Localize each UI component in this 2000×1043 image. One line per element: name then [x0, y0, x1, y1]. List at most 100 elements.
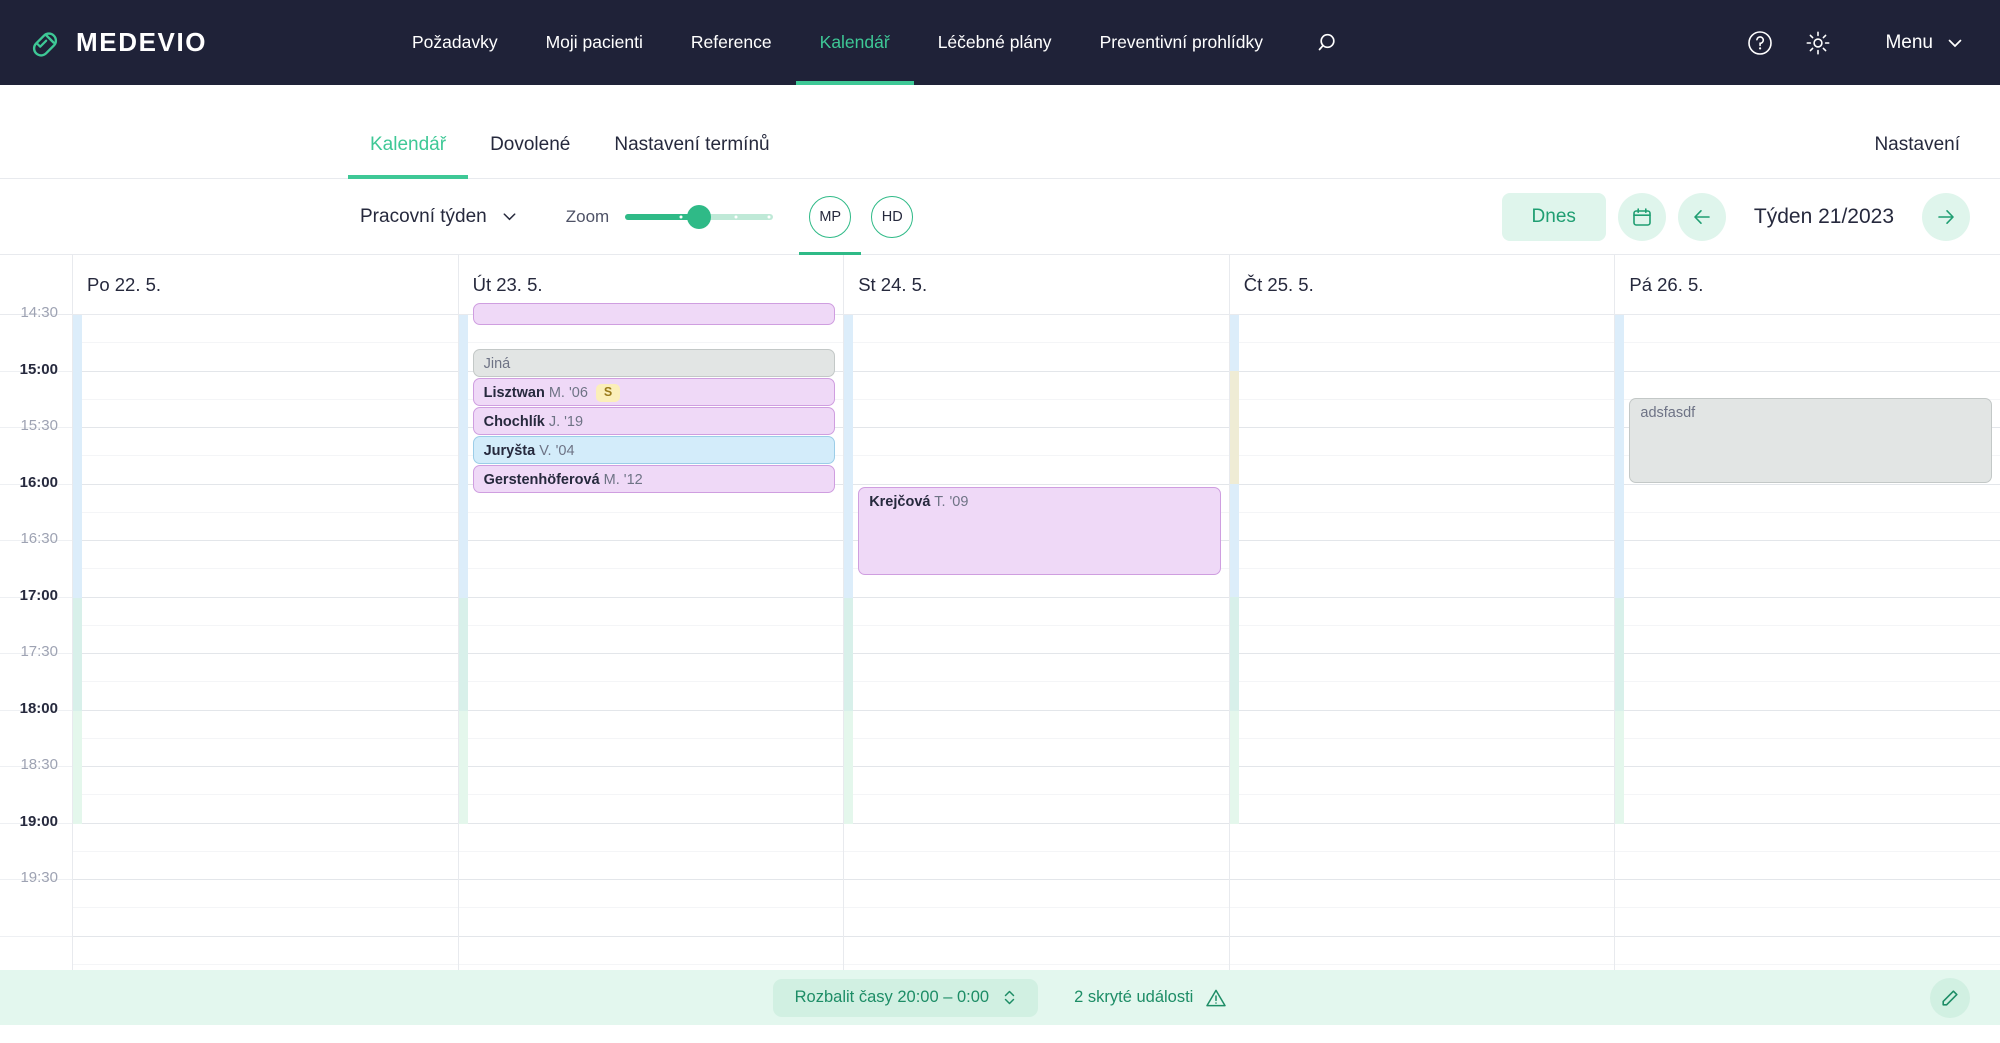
time-slot[interactable]	[1230, 852, 1615, 880]
expand-times-button[interactable]: Rozbalit časy 20:00 – 0:00	[773, 979, 1038, 1017]
time-slot[interactable]	[844, 682, 1229, 710]
time-slot[interactable]	[73, 372, 458, 400]
calendar-event[interactable]: adsfasdf	[1629, 398, 1992, 483]
time-slot[interactable]	[459, 626, 844, 654]
time-slot[interactable]	[1615, 626, 2000, 654]
time-slot[interactable]	[1615, 541, 2000, 569]
time-slot[interactable]	[1615, 824, 2000, 852]
time-slot[interactable]	[1230, 400, 1615, 428]
time-slot[interactable]	[459, 795, 844, 823]
time-slot[interactable]	[73, 795, 458, 823]
menu-button[interactable]: Menu	[1885, 32, 1964, 54]
time-slot[interactable]	[844, 767, 1229, 795]
time-slot[interactable]	[844, 852, 1229, 880]
day-column-st[interactable]: Krejčová T. '09	[843, 315, 1229, 1025]
settings-link[interactable]: Nastavení	[1874, 134, 2000, 178]
time-slot[interactable]	[844, 428, 1229, 456]
gear-icon[interactable]	[1803, 28, 1833, 58]
time-slot[interactable]	[73, 569, 458, 597]
time-slot[interactable]	[73, 852, 458, 880]
time-slot[interactable]	[844, 937, 1229, 965]
time-slot[interactable]	[73, 315, 458, 343]
time-slot[interactable]	[1615, 343, 2000, 371]
time-slot[interactable]	[1230, 739, 1615, 767]
time-slot[interactable]	[459, 569, 844, 597]
time-slot[interactable]	[459, 513, 844, 541]
time-slot[interactable]	[459, 682, 844, 710]
calendar-event[interactable]	[473, 303, 836, 325]
time-slot[interactable]	[1615, 937, 2000, 965]
time-slot[interactable]	[459, 711, 844, 739]
time-slot[interactable]	[844, 908, 1229, 936]
zoom-slider-knob[interactable]	[687, 205, 711, 229]
nav-item-kalendar[interactable]: Kalendář	[796, 0, 914, 85]
time-slot[interactable]	[844, 880, 1229, 908]
time-slot[interactable]	[459, 739, 844, 767]
time-slot[interactable]	[73, 598, 458, 626]
time-slot[interactable]	[73, 682, 458, 710]
tab-kalendar[interactable]: Kalendář	[348, 134, 468, 178]
prev-week-button[interactable]	[1678, 193, 1726, 241]
time-slot[interactable]	[1615, 654, 2000, 682]
tab-dovolene[interactable]: Dovolené	[468, 134, 592, 178]
hidden-events-indicator[interactable]: 2 skryté události	[1074, 987, 1227, 1009]
calendar-event[interactable]: Krejčová T. '09	[858, 487, 1221, 575]
time-slot[interactable]	[1615, 711, 2000, 739]
nav-item-lecebne-plany[interactable]: Léčebné plány	[914, 0, 1076, 85]
time-slot[interactable]	[1230, 541, 1615, 569]
time-slot[interactable]	[1615, 880, 2000, 908]
tab-nastaveni-terminu[interactable]: Nastavení termínů	[592, 134, 791, 178]
time-slot[interactable]	[73, 937, 458, 965]
time-slot[interactable]	[1615, 767, 2000, 795]
time-slot[interactable]	[73, 541, 458, 569]
time-slot[interactable]	[1230, 485, 1615, 513]
time-slot[interactable]	[459, 908, 844, 936]
today-button[interactable]: Dnes	[1502, 193, 1606, 241]
time-slot[interactable]	[73, 880, 458, 908]
time-slot[interactable]	[1615, 795, 2000, 823]
time-slot[interactable]	[1230, 908, 1615, 936]
day-header-po[interactable]: Po 22. 5.	[72, 255, 458, 314]
time-slot[interactable]	[1230, 372, 1615, 400]
time-slot[interactable]	[73, 428, 458, 456]
time-slot[interactable]	[844, 711, 1229, 739]
time-slot[interactable]	[459, 880, 844, 908]
time-slot[interactable]	[844, 400, 1229, 428]
time-slot[interactable]	[844, 456, 1229, 484]
view-mode-select[interactable]: Pracovní týden	[360, 206, 518, 228]
nav-item-pozadavky[interactable]: Požadavky	[388, 0, 522, 85]
help-circle-icon[interactable]	[1745, 28, 1775, 58]
time-slot[interactable]	[1230, 824, 1615, 852]
time-slot[interactable]	[459, 598, 844, 626]
time-slot[interactable]	[73, 908, 458, 936]
time-slot[interactable]	[1615, 569, 2000, 597]
time-slot[interactable]	[1615, 852, 2000, 880]
time-slot[interactable]	[73, 654, 458, 682]
nav-item-moji-pacienti[interactable]: Moji pacienti	[522, 0, 667, 85]
time-slot[interactable]	[844, 372, 1229, 400]
time-slot[interactable]	[844, 795, 1229, 823]
time-slot[interactable]	[1230, 626, 1615, 654]
time-slot[interactable]	[1615, 739, 2000, 767]
day-header-ct[interactable]: Čt 25. 5.	[1229, 255, 1615, 314]
time-slot[interactable]	[1230, 456, 1615, 484]
time-slot[interactable]	[1230, 428, 1615, 456]
time-slot[interactable]	[844, 739, 1229, 767]
time-slot[interactable]	[73, 513, 458, 541]
time-slot[interactable]	[73, 824, 458, 852]
time-slot[interactable]	[1230, 654, 1615, 682]
time-slot[interactable]	[1615, 908, 2000, 936]
time-slot[interactable]	[844, 626, 1229, 654]
time-slot[interactable]	[1615, 598, 2000, 626]
calendar-event[interactable]: Lisztwan M. '06S	[473, 378, 836, 406]
calendar-event[interactable]: Jiná	[473, 349, 836, 377]
time-slot[interactable]	[459, 541, 844, 569]
time-slot[interactable]	[1230, 598, 1615, 626]
time-slot[interactable]	[1230, 937, 1615, 965]
time-slot[interactable]	[459, 767, 844, 795]
day-column-pa[interactable]: adsfasdf	[1614, 315, 2000, 1025]
time-slot[interactable]	[844, 824, 1229, 852]
calendar-event[interactable]: Gerstenhöferová M. '12	[473, 465, 836, 493]
calendar-event[interactable]: Juryšta V. '04	[473, 436, 836, 464]
time-slot[interactable]	[73, 456, 458, 484]
